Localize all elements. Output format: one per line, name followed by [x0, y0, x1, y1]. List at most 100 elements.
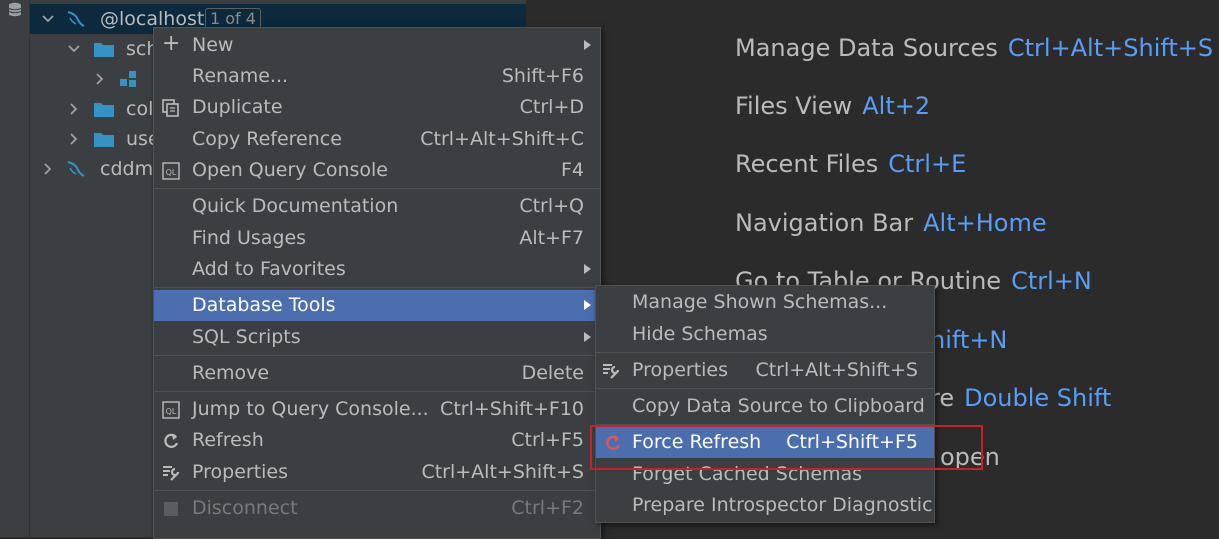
plus-icon: + — [162, 31, 181, 56]
menu-item-label: New — [192, 34, 234, 56]
menu-item-shortcut: Ctrl+F5 — [511, 429, 584, 451]
svg-text:QL: QL — [166, 407, 177, 416]
menu-item-shortcut: Ctrl+Alt+Shift+S — [755, 359, 918, 381]
menu-item-label: Duplicate — [192, 96, 283, 118]
database-tools-submenu: Manage Shown Schemas... Hide Schemas Pro… — [595, 285, 935, 523]
menu-separator — [596, 352, 934, 353]
menu-item-add-to-favorites[interactable]: Add to Favorites — [154, 254, 600, 285]
menu-item-shortcut: Shift+F6 — [501, 65, 584, 87]
menu-item-label: Rename... — [192, 65, 289, 87]
folder-icon — [94, 133, 114, 147]
menu-item-label: Disconnect — [192, 497, 298, 519]
context-menu: + New Rename... Shift+F6 Duplicate Ctrl+… — [153, 27, 601, 539]
chevron-right-icon[interactable] — [68, 133, 80, 145]
hint-shortcut: Alt+2 — [862, 92, 931, 120]
hint-recent-files: Recent Files Ctrl+E — [735, 150, 966, 178]
menu-item-label: Remove — [192, 362, 270, 384]
menu-item-label: Database Tools — [192, 294, 336, 316]
submenu-arrow-icon — [584, 40, 591, 50]
hint-shortcut: Double Shift — [964, 384, 1112, 412]
menu-item-refresh[interactable]: Refresh Ctrl+F5 — [154, 425, 600, 456]
menu-item-label: Find Usages — [192, 227, 307, 249]
hint-shortcut: Ctrl+E — [888, 150, 967, 178]
menu-item-properties[interactable]: Properties Ctrl+Alt+Shift+S — [154, 457, 600, 488]
menu-item-label: Properties — [632, 359, 729, 381]
database-icon[interactable] — [7, 2, 23, 18]
hint-shortcut: Ctrl+Alt+Shift+S — [1007, 34, 1214, 62]
menu-item-shortcut: Ctrl+Alt+Shift+S — [421, 461, 584, 483]
menu-item-label: Quick Documentation — [192, 195, 399, 217]
menu-item-jump-to-query-console[interactable]: QL Jump to Query Console... Ctrl+Shift+F… — [154, 394, 600, 425]
menu-item-find-usages[interactable]: Find Usages Alt+F7 — [154, 223, 600, 254]
menu-separator — [154, 287, 600, 288]
hint-partial-2: re Double Shift — [930, 384, 1111, 412]
chevron-right-icon[interactable] — [42, 163, 54, 175]
hint-navigation-bar: Navigation Bar Alt+Home — [735, 209, 1047, 237]
menu-item-sql-scripts[interactable]: SQL Scripts — [154, 322, 600, 353]
hint-shortcut: Ctrl+N — [1011, 267, 1092, 295]
menu-item-shortcut: Delete — [521, 362, 584, 384]
menu-item-label: Copy Data Source to Clipboard — [632, 395, 925, 417]
menu-separator — [154, 355, 600, 356]
menu-item-shortcut: Ctrl+Alt+Shift+C — [420, 128, 584, 150]
hint-shortcut: hift+N — [930, 326, 1008, 354]
chevron-right-icon[interactable] — [94, 73, 106, 85]
menu-item-label: Prepare Introspector Diagnostic — [632, 494, 933, 516]
menu-item-remove[interactable]: Remove Delete — [154, 358, 600, 389]
wrench-icon — [603, 364, 620, 379]
chevron-down-icon[interactable] — [68, 43, 80, 55]
wrench-icon — [163, 466, 180, 481]
menu-item-shortcut: Ctrl+F2 — [511, 497, 584, 519]
menu-item-database-tools[interactable]: Database Tools — [154, 290, 600, 321]
duplicate-icon — [162, 99, 179, 117]
schema-icon — [120, 71, 136, 87]
hint-manage-data-sources: Manage Data Sources Ctrl+Alt+Shift+S — [735, 34, 1213, 62]
svg-text:QL: QL — [166, 168, 177, 177]
menu-item-rename[interactable]: Rename... Shift+F6 — [154, 61, 600, 92]
menu-item-label: Copy Reference — [192, 128, 342, 150]
menu-item-label: Add to Favorites — [192, 258, 346, 280]
stop-icon — [164, 502, 178, 516]
menu-item-label: Hide Schemas — [632, 323, 768, 345]
chevron-down-icon[interactable] — [42, 13, 54, 25]
hint-partial-1: hift+N — [930, 326, 1007, 354]
menu-item-shortcut: Ctrl+Shift+F10 — [440, 398, 584, 420]
submenu-item-prepare-diagnostic[interactable]: Prepare Introspector Diagnostic — [596, 490, 934, 521]
submenu-item-manage-shown-schemas[interactable]: Manage Shown Schemas... — [596, 287, 934, 318]
menu-item-label: Manage Shown Schemas... — [632, 291, 888, 313]
menu-item-new[interactable]: + New — [154, 30, 600, 61]
hint-label: Manage Data Sources — [735, 34, 998, 62]
submenu-item-properties[interactable]: Properties Ctrl+Alt+Shift+S — [596, 355, 934, 386]
menu-item-disconnect: Disconnect Ctrl+F2 — [154, 493, 600, 524]
menu-item-copy-reference[interactable]: Copy Reference Ctrl+Alt+Shift+C — [154, 124, 600, 155]
hint-label: Navigation Bar — [735, 209, 914, 237]
hint-label: Recent Files — [735, 150, 879, 178]
highlight-annotation — [590, 425, 983, 470]
menu-item-shortcut: Ctrl+D — [519, 96, 584, 118]
menu-item-label: Properties — [192, 461, 289, 483]
hint-label: Files View — [735, 92, 853, 120]
hint-shortcut: Alt+Home — [923, 209, 1047, 237]
menu-item-shortcut: Alt+F7 — [519, 227, 584, 249]
hint-files-view: Files View Alt+2 — [735, 92, 930, 120]
menu-item-label: SQL Scripts — [192, 326, 301, 348]
menu-item-shortcut: Ctrl+Q — [519, 195, 584, 217]
tool-window-strip — [0, 0, 30, 537]
chevron-right-icon[interactable] — [68, 103, 80, 115]
submenu-item-copy-data-source[interactable]: Copy Data Source to Clipboard — [596, 391, 934, 422]
submenu-arrow-icon — [584, 332, 591, 342]
submenu-item-hide-schemas[interactable]: Hide Schemas — [596, 319, 934, 350]
menu-item-duplicate[interactable]: Duplicate Ctrl+D — [154, 92, 600, 123]
menu-separator — [154, 490, 600, 491]
menu-item-label: Jump to Query Console... — [192, 398, 429, 420]
menu-item-open-query-console[interactable]: QL Open Query Console F4 — [154, 155, 600, 186]
menu-separator — [154, 188, 600, 189]
menu-item-quick-documentation[interactable]: Quick Documentation Ctrl+Q — [154, 191, 600, 222]
tree-child-label: col — [126, 98, 154, 120]
folder-icon — [94, 43, 114, 57]
menu-item-shortcut: F4 — [560, 159, 584, 181]
mysql-icon — [67, 11, 85, 27]
submenu-arrow-icon — [584, 264, 591, 274]
mysql-icon — [67, 161, 85, 177]
menu-separator — [154, 391, 600, 392]
